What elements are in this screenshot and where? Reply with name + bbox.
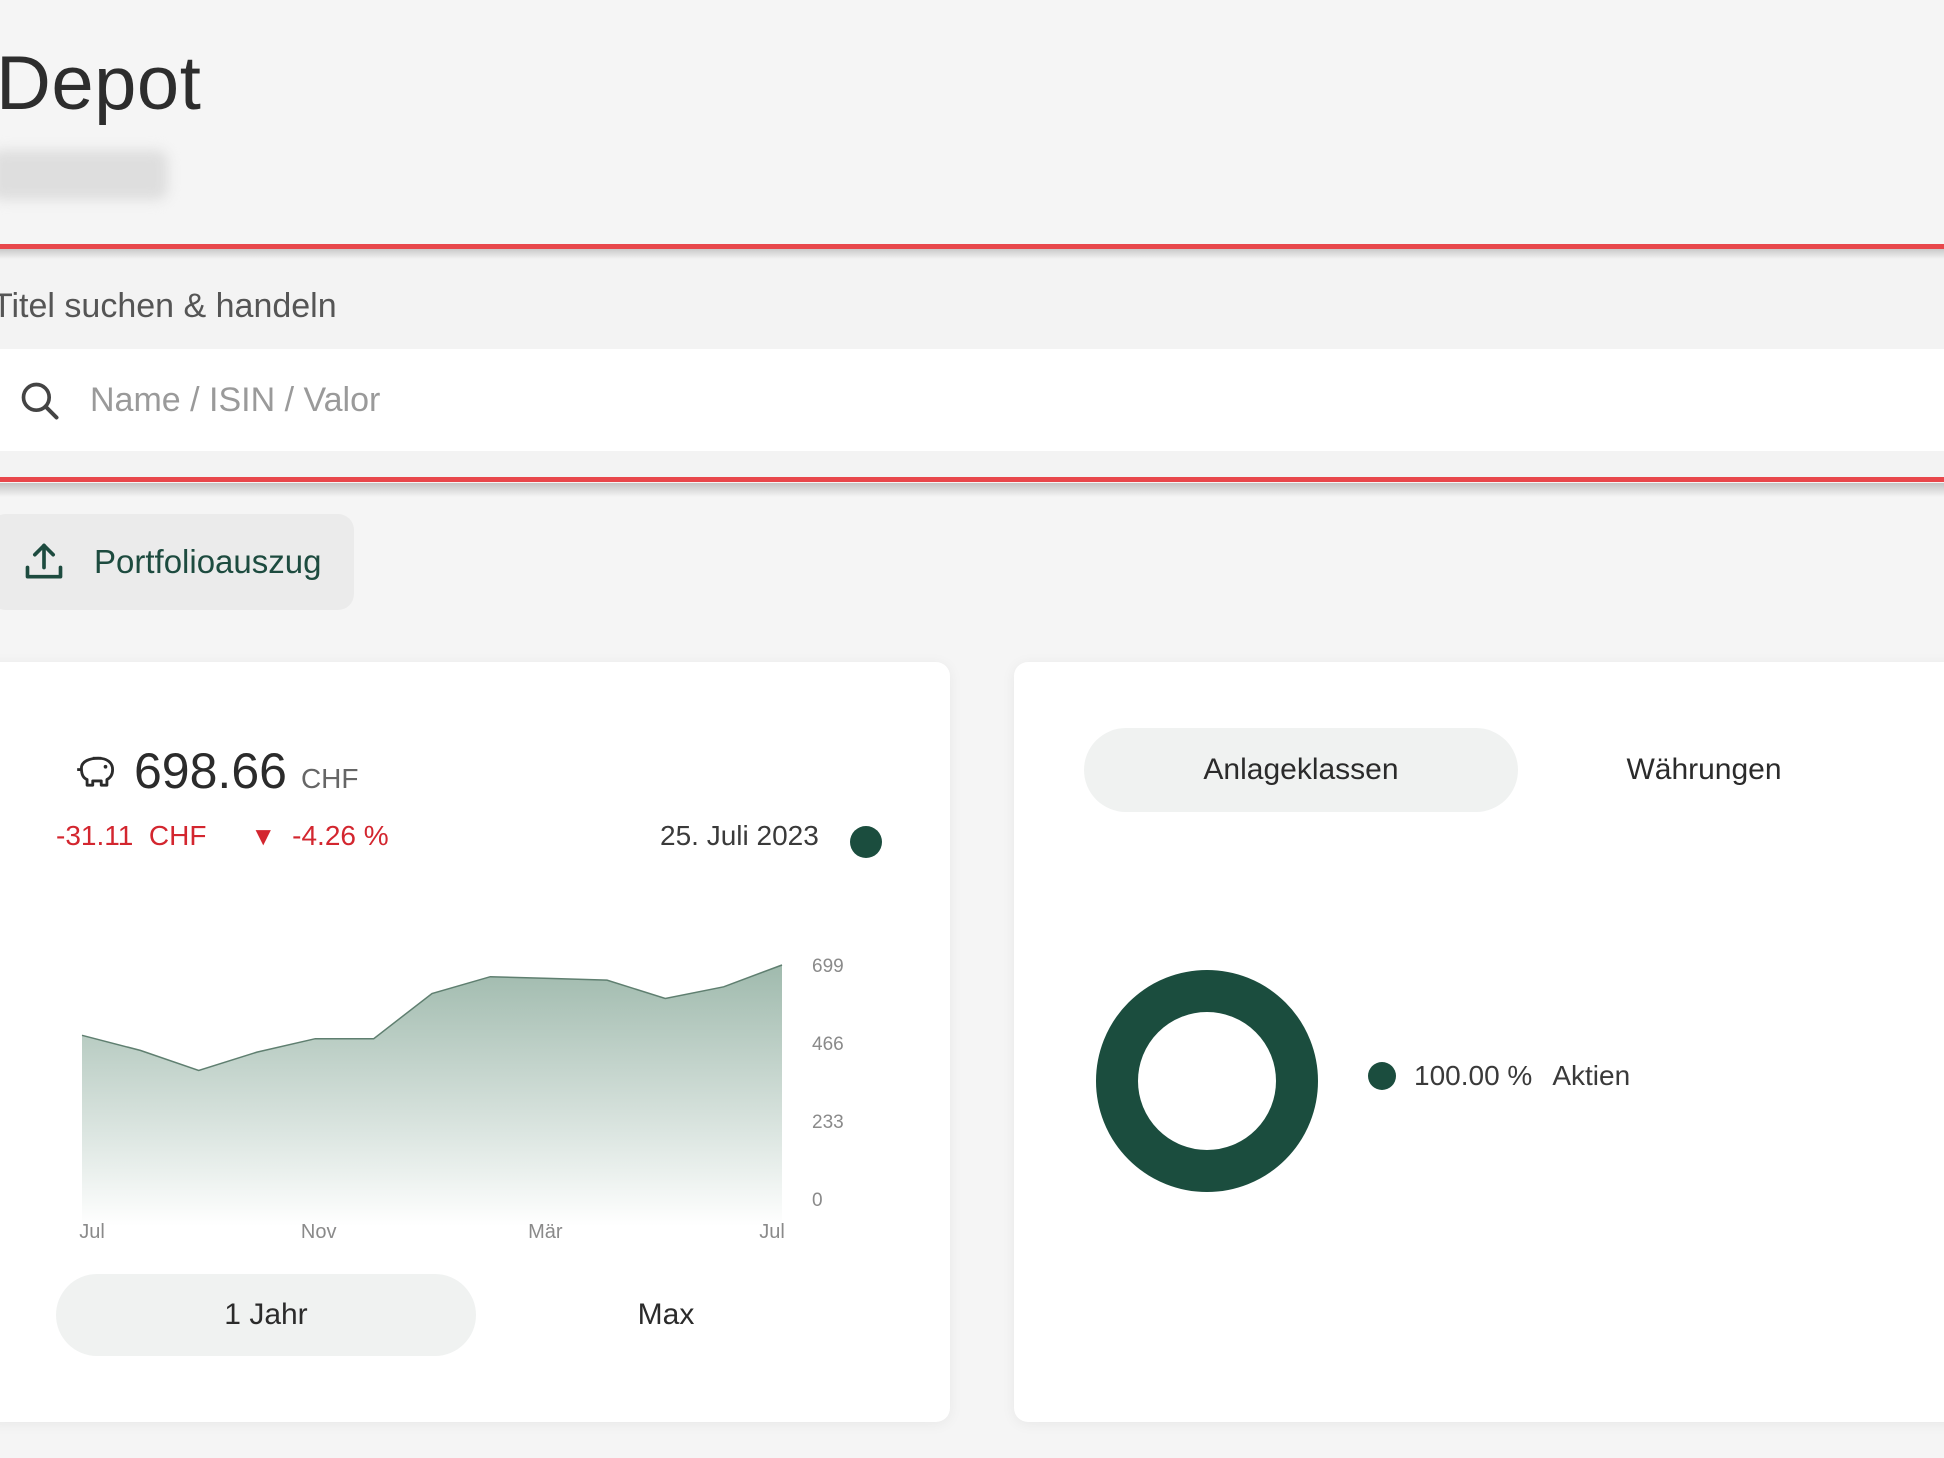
allocation-legend-item: 100.00 % Aktien	[1368, 1060, 1630, 1092]
info-icon[interactable]	[850, 826, 882, 858]
tab-asset-classes[interactable]: Anlageklassen	[1084, 728, 1518, 812]
portfolio-statement-label: Portfolioauszug	[94, 543, 322, 580]
allocation-tabs: Anlageklassen Währungen	[1084, 728, 1884, 812]
legend-percent: 100.00 %	[1414, 1060, 1533, 1091]
legend-label: Aktien	[1552, 1060, 1631, 1091]
range-tab-1-year[interactable]: 1 Jahr	[56, 1274, 476, 1356]
portfolio-value: 698.66 CHF	[74, 742, 358, 800]
page-title: Depot	[0, 41, 202, 126]
piggy-bank-icon	[77, 756, 114, 787]
donut-slice-aktien	[1096, 970, 1318, 1192]
x-tick-label: Jul	[759, 1221, 785, 1243]
performance-chart: Jul Nov Mär Jul 699 466 233 0	[79, 956, 844, 1243]
search-label: Titel suchen & handeln	[0, 287, 337, 325]
portfolio-value-amount: 698.66	[134, 743, 287, 799]
y-tick-label: 699	[812, 956, 844, 977]
search-box[interactable]	[0, 349, 1944, 451]
range-tab-max[interactable]: Max	[516, 1274, 816, 1356]
y-tick-label: 0	[812, 1190, 823, 1211]
range-tabs: 1 Jahr Max	[56, 1274, 832, 1356]
search-section: Titel suchen & handeln	[0, 244, 1944, 497]
performance-change: -31.11 CHF ▼ -4.26 %	[56, 820, 389, 852]
y-tick-label: 466	[812, 1034, 844, 1055]
allocation-donut-chart	[1096, 970, 1318, 1192]
performance-date: 25. Juli 2023	[660, 820, 819, 851]
tab-currencies[interactable]: Währungen	[1544, 728, 1864, 812]
change-absolute: -31.11 CHF	[56, 820, 207, 851]
search-icon	[21, 382, 59, 420]
portfolio-statement-button[interactable]: Portfolioauszug	[0, 514, 354, 610]
account-subtitle-redacted	[0, 150, 168, 200]
search-input[interactable]	[90, 371, 1790, 429]
upload-icon	[25, 543, 63, 579]
down-arrow-icon: ▼	[250, 820, 277, 851]
x-tick-label: Mär	[528, 1221, 563, 1243]
x-tick-label: Jul	[79, 1221, 105, 1243]
x-tick-label: Nov	[301, 1221, 337, 1243]
change-percent: -4.26 %	[292, 820, 389, 851]
portfolio-value-currency: CHF	[300, 763, 359, 794]
chart-area	[82, 965, 782, 1226]
legend-dot	[1368, 1062, 1396, 1090]
depot-page: Depot Titel suchen & handeln Portfolioau…	[0, 0, 1944, 1458]
y-tick-label: 233	[812, 1112, 844, 1133]
